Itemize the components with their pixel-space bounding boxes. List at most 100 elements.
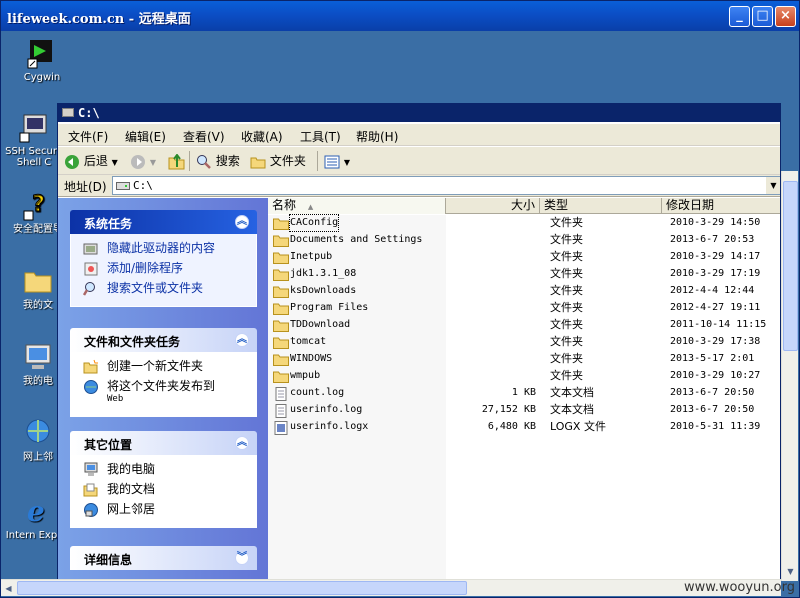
explorer-titlebar[interactable]: C:\ [58, 104, 780, 122]
file-folder-tasks-header[interactable]: 文件和文件夹任务 ︽ [70, 328, 257, 352]
toolbar: 后退 ▼ ▼ 搜索 文件夹 ▼ [58, 147, 780, 175]
collapse-chevron-icon[interactable]: ︽ [235, 436, 249, 450]
close-button[interactable]: × [775, 6, 796, 27]
file-type: 文件夹 [550, 369, 583, 382]
task-add-remove-programs[interactable]: 添加/删除程序 [81, 260, 256, 280]
file-row[interactable]: Inetpub 文件夹 2010-3-29 14:17 [268, 249, 780, 266]
views-dropdown-icon: ▼ [343, 158, 350, 167]
file-name: userinfo.log [290, 404, 363, 415]
task-hide-drive-contents[interactable]: 隐藏此驱动器的内容 [81, 240, 256, 260]
details-header[interactable]: 详细信息 ︾ [70, 546, 257, 570]
file-type: 文件夹 [550, 267, 583, 280]
file-modified: 2013-6-7 20:50 [670, 404, 755, 415]
file-modified: 2010-3-29 10:27 [670, 370, 761, 381]
search-icon [197, 154, 211, 169]
address-label: 地址(D) [64, 180, 107, 194]
security-wizard-icon: ? [22, 189, 54, 221]
file-row[interactable]: Documents and Settings 文件夹 2013-6-7 20:53 [268, 232, 780, 249]
back-dropdown-icon[interactable]: ▼ [112, 158, 118, 167]
file-type: 文件夹 [550, 335, 583, 348]
file-row[interactable]: CAConfig 文件夹 2010-3-29 14:50 [268, 214, 780, 232]
desktop-icon-cygwin[interactable]: Cygwin [9, 37, 75, 83]
views-button[interactable]: ▼ [324, 152, 350, 170]
file-modified: 2012-4-27 19:11 [670, 302, 761, 313]
network-icon [22, 417, 54, 449]
vertical-scrollbar[interactable]: ▼ [781, 171, 798, 581]
remote-desktop-window: lifeweek.com.cn - 远程桌面 _ □ × Cygwin SSH … [0, 0, 800, 598]
window-title: lifeweek.com.cn - 远程桌面 [7, 12, 191, 27]
system-tasks-header[interactable]: 系统任务 ︽ [70, 210, 257, 234]
search-button[interactable]: 搜索 [196, 152, 240, 170]
remote-desktop-titlebar[interactable]: lifeweek.com.cn - 远程桌面 _ □ × [1, 1, 799, 31]
file-name: tomcat [290, 336, 327, 347]
maximize-button[interactable]: □ [752, 6, 773, 27]
column-type[interactable]: 类型 [540, 198, 662, 214]
forward-dropdown-icon[interactable]: ▼ [150, 158, 156, 167]
place-my-documents[interactable]: 我的文档 [81, 481, 256, 501]
vertical-scroll-thumb[interactable] [783, 181, 798, 351]
file-size: 27,152 KB [481, 404, 536, 415]
back-button[interactable]: 后退 ▼ [64, 152, 118, 170]
expand-chevron-icon[interactable]: ︾ [235, 551, 249, 565]
toolbar-separator [317, 151, 318, 171]
toolbar-separator [189, 151, 190, 171]
place-my-computer[interactable]: 我的电脑 [81, 461, 256, 481]
collapse-chevron-icon[interactable]: ︽ [235, 215, 249, 229]
column-size[interactable]: 大小 [446, 198, 540, 214]
file-modified: 2013-6-7 20:53 [670, 234, 755, 245]
file-name: count.log [290, 387, 345, 398]
menu-edit[interactable]: 编辑(E) [125, 128, 166, 145]
file-modified: 2010-5-31 11:39 [670, 421, 761, 432]
file-name: userinfo.logx [290, 421, 369, 432]
file-type: 文件夹 [550, 216, 583, 229]
place-network[interactable]: 网上邻居 [81, 501, 256, 521]
menu-help[interactable]: 帮助(H) [356, 128, 398, 145]
address-dropdown-icon[interactable]: ▼ [766, 177, 780, 194]
file-row[interactable]: TDDownload 文件夹 2011-10-14 11:15 [268, 317, 780, 334]
file-row[interactable]: jdk1.3.1_08 文件夹 2010-3-29 17:19 [268, 266, 780, 283]
column-modified[interactable]: 修改日期 [662, 198, 780, 214]
my-documents-icon [83, 483, 98, 497]
address-field[interactable]: C:\ ▼ [112, 176, 780, 195]
scroll-down-icon[interactable]: ▼ [783, 564, 798, 579]
forward-button[interactable]: ▼ [130, 152, 156, 170]
menu-file[interactable]: 文件(F) [68, 128, 108, 145]
menu-bar: 文件(F) 编辑(E) 查看(V) 收藏(A) 工具(T) 帮助(H) [58, 124, 780, 146]
task-publish-to-web[interactable]: 将这个文件夹发布到 Web [81, 378, 256, 410]
file-row[interactable]: userinfo.log 27,152 KB 文本文档 2013-6-7 20:50 [268, 402, 780, 419]
file-row[interactable]: wmpub 文件夹 2010-3-29 10:27 [268, 368, 780, 385]
collapse-chevron-icon[interactable]: ︽ [235, 333, 249, 347]
menu-tools[interactable]: 工具(T) [300, 128, 341, 145]
details-panel: 详细信息 ︾ [70, 546, 257, 570]
explorer-window: C:\ 文件(F) 编辑(E) 查看(V) 收藏(A) 工具(T) 帮助(H) … [57, 103, 781, 581]
file-row[interactable]: count.log 1 KB 文本文档 2013-6-7 20:50 [268, 385, 780, 402]
add-remove-programs-icon [84, 262, 98, 276]
file-name: Program Files [290, 302, 369, 313]
folders-button[interactable]: 文件夹 [250, 152, 306, 170]
file-row[interactable]: ksDownloads 文件夹 2012-4-4 12:44 [268, 283, 780, 300]
task-pane: 系统任务 ︽ 隐藏此驱动器的内容 添加/删除程序 搜索文件或文件夹 文件和文件夹… [58, 198, 268, 580]
file-row[interactable]: userinfo.logx 6,480 KB LOGX 文件 2010-5-31 11… [268, 419, 780, 436]
menu-view[interactable]: 查看(V) [183, 128, 225, 145]
scroll-left-icon[interactable]: ◀ [1, 581, 16, 596]
task-new-folder[interactable]: 创建一个新文件夹 [81, 358, 256, 378]
file-name: TDDownload [290, 319, 351, 330]
other-places-body: 我的电脑 我的文档 网上邻居 [70, 455, 257, 528]
other-places-header[interactable]: 其它位置 ︽ [70, 431, 257, 455]
menu-favorites[interactable]: 收藏(A) [241, 128, 283, 145]
file-row[interactable]: tomcat 文件夹 2010-3-29 17:38 [268, 334, 780, 351]
svg-text:e: e [27, 495, 45, 527]
minimize-button[interactable]: _ [729, 6, 750, 27]
up-folder-button[interactable] [168, 152, 186, 170]
file-type: 文件夹 [550, 284, 583, 297]
svg-text:?: ? [32, 192, 45, 217]
new-folder-icon [83, 359, 98, 374]
task-search-files[interactable]: 搜索文件或文件夹 [81, 280, 256, 300]
file-type: LOGX 文件 [550, 420, 606, 433]
file-row[interactable]: Program Files 文件夹 2012-4-27 19:11 [268, 300, 780, 317]
column-name[interactable]: 名称 ▲ [268, 198, 446, 214]
horizontal-scrollbar[interactable]: ◀ [1, 579, 781, 596]
drive-icon [116, 182, 130, 190]
file-row[interactable]: WINDOWS 文件夹 2013-5-17 2:01 [268, 351, 780, 368]
horizontal-scroll-thumb[interactable] [17, 581, 467, 595]
